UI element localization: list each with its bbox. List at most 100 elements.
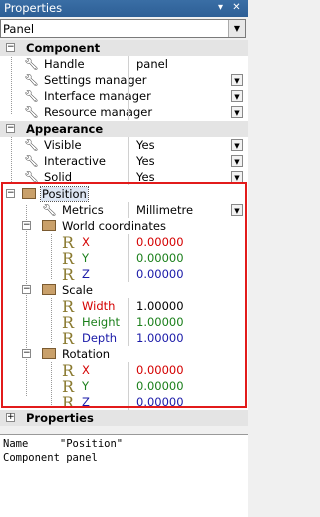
category-properties[interactable]: + Properties <box>0 410 248 426</box>
prop-label: Z <box>82 395 90 409</box>
prop-scale-depth[interactable]: R Depth 1.00000 <box>0 329 248 348</box>
prop-value[interactable]: 0.00000 <box>136 251 184 265</box>
prop-world-y[interactable]: R Y 0.00000 <box>0 249 248 268</box>
node-label: World coordinates <box>62 219 166 233</box>
info-component-line: Component panel <box>3 452 98 464</box>
collapse-icon[interactable]: − <box>6 124 15 133</box>
prop-label: Y <box>82 251 90 265</box>
property-grid: − Component 🔧︎ Handle panel 🔧︎ Settings … <box>0 40 248 426</box>
prop-label: Y <box>82 379 90 393</box>
expand-icon[interactable]: + <box>6 413 15 422</box>
prop-value[interactable]: 0.00000 <box>136 235 184 249</box>
info-name-line: Name "Position" <box>3 438 124 450</box>
category-label: Properties <box>26 411 94 425</box>
category-label: Component <box>26 41 101 55</box>
prop-label: Settings manager <box>44 73 147 87</box>
prop-value[interactable]: Yes <box>136 138 155 152</box>
prop-value[interactable]: 0.00000 <box>136 363 184 377</box>
dropdown-button[interactable]: ▼ <box>231 139 243 151</box>
chevron-down-icon[interactable]: ▼ <box>228 20 245 37</box>
node-scale[interactable]: − Scale <box>0 282 248 298</box>
prop-metrics[interactable]: 🔧︎ Metrics Millimetre ▼ <box>0 202 248 218</box>
dropdown-button[interactable]: ▼ <box>231 155 243 167</box>
prop-value[interactable]: 0.00000 <box>136 395 184 409</box>
category-component[interactable]: − Component <box>0 40 248 56</box>
prop-world-z[interactable]: R Z 0.00000 <box>0 265 248 284</box>
node-label: Position <box>40 186 89 202</box>
prop-value[interactable]: Yes <box>136 154 155 168</box>
prop-label: Metrics <box>62 203 104 217</box>
prop-label: X <box>82 363 90 377</box>
close-icon[interactable]: ✕ <box>230 2 243 14</box>
prop-label: Depth <box>82 331 118 345</box>
wrench-icon: 🔧︎ <box>24 57 40 71</box>
wrench-icon: 🔧︎ <box>24 73 40 87</box>
pin-icon[interactable]: ▾ <box>214 2 227 14</box>
panel-titlebar: Properties ▾ ✕ <box>0 0 248 17</box>
splitter[interactable] <box>0 426 248 434</box>
folder-icon <box>42 220 56 231</box>
dropdown-button[interactable]: ▼ <box>231 90 243 102</box>
prop-value[interactable]: Millimetre <box>136 203 193 217</box>
prop-value[interactable]: 0.00000 <box>136 379 184 393</box>
prop-label: Resource manager <box>44 105 153 119</box>
folder-icon <box>22 188 36 199</box>
wrench-icon: 🔧︎ <box>24 170 40 184</box>
prop-value[interactable]: panel <box>136 57 168 71</box>
prop-value[interactable]: 0.00000 <box>136 267 184 281</box>
folder-icon <box>42 284 56 295</box>
dropdown-button[interactable]: ▼ <box>231 106 243 118</box>
prop-rotation-z[interactable]: R Z 0.00000 <box>0 393 248 412</box>
category-label: Appearance <box>26 122 104 136</box>
prop-label: Handle <box>44 57 85 71</box>
collapse-icon[interactable]: − <box>6 189 15 198</box>
prop-value[interactable]: 1.00000 <box>136 331 184 345</box>
collapse-icon[interactable]: − <box>22 221 31 230</box>
prop-value[interactable]: Yes <box>136 170 155 184</box>
info-pane: Name "Position" Component panel <box>0 434 248 517</box>
prop-label: Width <box>82 299 116 313</box>
wrench-icon: 🔧︎ <box>24 89 40 103</box>
prop-label: Interface manager <box>44 89 151 103</box>
panel-title: Properties <box>4 1 63 15</box>
prop-rotation-y[interactable]: R Y 0.00000 <box>0 377 248 396</box>
prop-settings-manager[interactable]: 🔧︎ Settings manager ▼ <box>0 72 248 88</box>
prop-rotation-x[interactable]: R X 0.00000 <box>0 361 248 380</box>
node-label: Rotation <box>62 347 111 361</box>
dropdown-button[interactable]: ▼ <box>231 204 243 216</box>
object-selector[interactable]: Panel ▼ <box>0 19 246 38</box>
prop-label: Z <box>82 267 90 281</box>
prop-label: Interactive <box>44 154 106 168</box>
prop-label: Height <box>82 315 121 329</box>
prop-value[interactable]: 1.00000 <box>136 315 184 329</box>
prop-visible[interactable]: 🔧︎ Visible Yes ▼ <box>0 137 248 153</box>
collapse-icon[interactable]: − <box>22 285 31 294</box>
prop-label: Visible <box>44 138 82 152</box>
node-label: Scale <box>62 283 93 297</box>
dropdown-button[interactable]: ▼ <box>231 74 243 86</box>
object-selector-value: Panel <box>3 22 35 36</box>
prop-interface-manager[interactable]: 🔧︎ Interface manager ▼ <box>0 88 248 104</box>
prop-solid[interactable]: 🔧︎ Solid Yes ▼ <box>0 169 248 185</box>
node-position[interactable]: − Position <box>0 186 248 202</box>
wrench-icon: 🔧︎ <box>24 138 40 152</box>
prop-scale-width[interactable]: R Width 1.00000 <box>0 297 248 316</box>
prop-value[interactable]: 1.00000 <box>136 299 184 313</box>
node-world-coordinates[interactable]: − World coordinates <box>0 218 248 234</box>
wrench-icon: 🔧︎ <box>24 154 40 168</box>
prop-interactive[interactable]: 🔧︎ Interactive Yes ▼ <box>0 153 248 169</box>
dropdown-button[interactable]: ▼ <box>231 171 243 183</box>
collapse-icon[interactable]: − <box>6 43 15 52</box>
prop-label: X <box>82 235 90 249</box>
wrench-icon: 🔧︎ <box>24 105 40 119</box>
prop-label: Solid <box>44 170 73 184</box>
prop-resource-manager[interactable]: 🔧︎ Resource manager ▼ <box>0 104 248 120</box>
prop-world-x[interactable]: R X 0.00000 <box>0 233 248 252</box>
folder-icon <box>42 348 56 359</box>
prop-handle[interactable]: 🔧︎ Handle panel <box>0 56 248 72</box>
wrench-icon: 🔧︎ <box>42 203 58 217</box>
collapse-icon[interactable]: − <box>22 349 31 358</box>
node-rotation[interactable]: − Rotation <box>0 346 248 362</box>
category-appearance[interactable]: − Appearance <box>0 121 248 137</box>
prop-scale-height[interactable]: R Height 1.00000 <box>0 313 248 332</box>
